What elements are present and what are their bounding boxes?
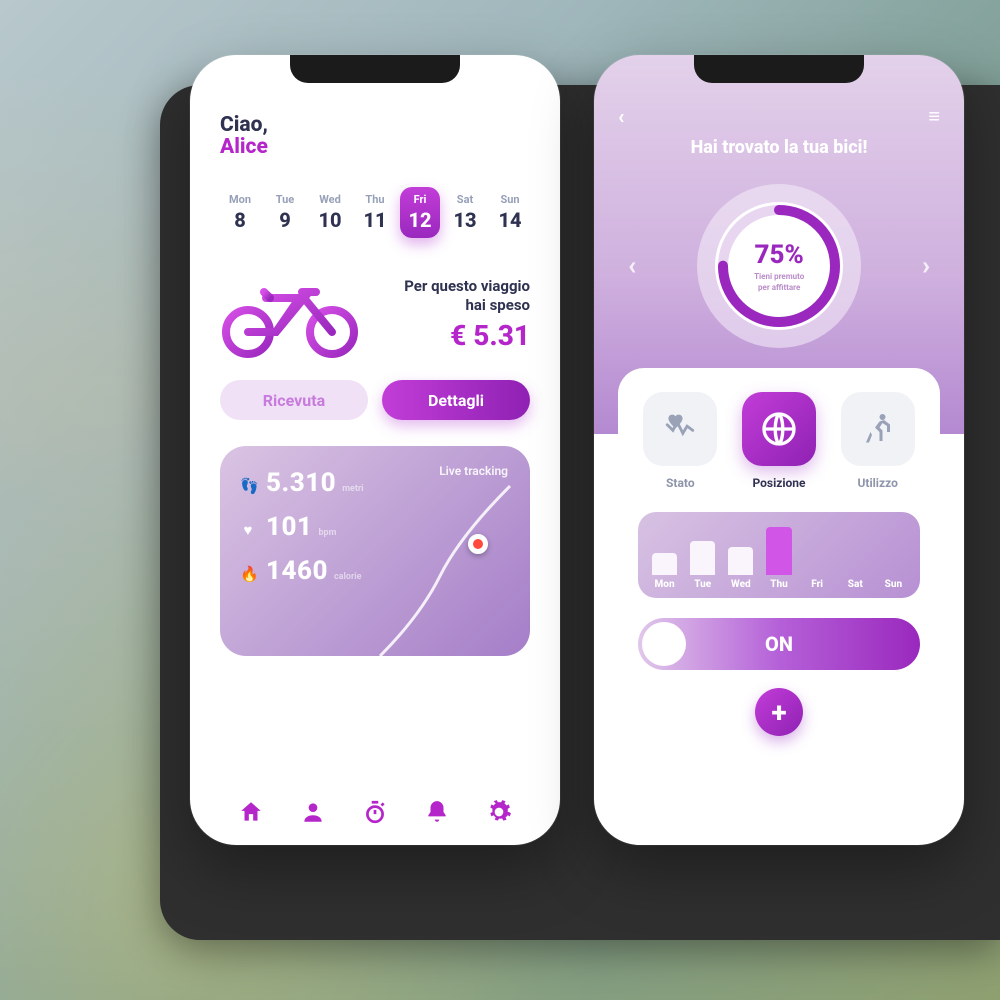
day-thu[interactable]: Thu 11: [355, 187, 395, 238]
steps-icon: 👣: [240, 477, 256, 495]
phone-bike-found: ‹ ≡ Hai trovato la tua bici! ‹ 75% Tieni…: [594, 55, 964, 845]
tab-profile-icon[interactable]: [300, 799, 326, 825]
ring-hint-1: Tieni premuto: [754, 272, 804, 281]
tile-label: Posizione: [737, 476, 822, 490]
route-marker: [468, 534, 488, 554]
ring-percent: 75%: [755, 240, 804, 270]
heart-value: 101: [266, 512, 312, 542]
usage-bar-fri: Fri: [805, 575, 830, 590]
tile-posizione[interactable]: Posizione: [737, 392, 822, 490]
trip-summary: Per questo viaggio hai speso € 5.31: [220, 270, 530, 360]
menu-icon[interactable]: ≡: [928, 104, 940, 129]
route-path: [360, 476, 530, 656]
steps-value: 5.310: [266, 468, 336, 498]
bar-label: Thu: [770, 579, 788, 590]
back-icon[interactable]: ‹: [618, 104, 624, 128]
day-picker: Mon 8 Tue 9 Wed 10 Thu 11 Fri 12 Sat 13 Sun 14: [220, 187, 530, 238]
day-name: Thu: [355, 193, 395, 206]
day-tue[interactable]: Tue 9: [265, 187, 305, 238]
usage-bar-mon: Mon: [652, 553, 677, 590]
day-number: 11: [355, 208, 395, 232]
tab-timer-icon[interactable]: [362, 799, 388, 825]
receipt-button[interactable]: Ricevuta: [220, 380, 368, 420]
bar-label: Tue: [694, 579, 711, 590]
tab-home-icon[interactable]: [238, 799, 264, 825]
heart-unit: bpm: [318, 528, 336, 538]
day-number: 12: [400, 208, 440, 232]
metric-tiles: Stato Posizione Utilizzo: [638, 392, 920, 490]
detail-card: Stato Posizione Utilizzo Mon Tue Wed Thu Fri Sa…: [618, 368, 940, 825]
ring-hint-2: per affittare: [758, 283, 800, 292]
live-tracking-card[interactable]: Live tracking 👣5.310metri ♥101bpm 🔥1460c…: [220, 446, 530, 656]
details-button[interactable]: Dettagli: [382, 380, 530, 420]
day-fri[interactable]: Fri 12: [400, 187, 440, 238]
bar-label: Mon: [655, 579, 675, 590]
prev-bike-icon[interactable]: ‹: [618, 241, 646, 291]
day-name: Tue: [265, 193, 305, 206]
day-mon[interactable]: Mon 8: [220, 187, 260, 238]
day-name: Wed: [310, 193, 350, 206]
bar: [766, 527, 791, 575]
bar-label: Sun: [885, 579, 902, 590]
posizione-icon: [742, 392, 816, 466]
tile-label: Stato: [638, 476, 723, 490]
phone-home: Ciao, Alice Mon 8 Tue 9 Wed 10 Thu 11 Fri 12 Sat 13…: [190, 55, 560, 845]
trip-price: € 5.31: [376, 318, 530, 353]
day-sat[interactable]: Sat 13: [445, 187, 485, 238]
bar: [728, 547, 753, 575]
day-name: Fri: [400, 193, 440, 206]
heart-icon: ♥: [240, 521, 256, 539]
calorie-unit: calorie: [334, 572, 362, 582]
phone-notch: [694, 55, 864, 83]
page-title: Hai trovato la tua bici!: [618, 137, 940, 158]
bar: [652, 553, 677, 575]
day-number: 9: [265, 208, 305, 232]
day-name: Mon: [220, 193, 260, 206]
tab-settings-icon[interactable]: [486, 799, 512, 825]
hold-to-rent-ring[interactable]: 75% Tieni premuto per affittare: [689, 176, 869, 356]
usage-bar-tue: Tue: [690, 541, 715, 590]
toggle-label: ON: [765, 632, 793, 656]
tile-stato[interactable]: Stato: [638, 392, 723, 490]
day-wed[interactable]: Wed 10: [310, 187, 350, 238]
day-number: 8: [220, 208, 260, 232]
bar: [690, 541, 715, 575]
day-number: 14: [490, 208, 530, 232]
trip-caption-1: Per questo viaggio: [376, 277, 530, 296]
day-sun[interactable]: Sun 14: [490, 187, 530, 238]
stato-icon: [643, 392, 717, 466]
bar-label: Wed: [731, 579, 751, 590]
usage-bar-sun: Sun: [881, 575, 906, 590]
day-name: Sun: [490, 193, 530, 206]
bar-label: Sat: [848, 579, 863, 590]
usage-bar-thu: Thu: [766, 527, 791, 590]
user-name: Alice: [220, 135, 530, 159]
bar-label: Fri: [811, 579, 823, 590]
power-toggle[interactable]: ON: [638, 618, 920, 670]
next-bike-icon[interactable]: ›: [912, 241, 940, 291]
toggle-knob: [642, 622, 686, 666]
utilizzo-icon: [841, 392, 915, 466]
calorie-value: 1460: [266, 556, 328, 586]
usage-bar-wed: Wed: [728, 547, 753, 590]
phone-notch: [290, 55, 460, 83]
day-number: 13: [445, 208, 485, 232]
greeting-line: Ciao,: [220, 113, 530, 137]
day-number: 10: [310, 208, 350, 232]
tile-label: Utilizzo: [835, 476, 920, 490]
day-name: Sat: [445, 193, 485, 206]
usage-bar-sat: Sat: [843, 575, 868, 590]
tab-bell-icon[interactable]: [424, 799, 450, 825]
usage-chart: Mon Tue Wed Thu Fri Sat Sun: [638, 512, 920, 598]
calorie-icon: 🔥: [240, 565, 256, 583]
bike-icon: [220, 270, 360, 360]
tile-utilizzo[interactable]: Utilizzo: [835, 392, 920, 490]
add-button[interactable]: +: [755, 688, 803, 736]
trip-caption-2: hai speso: [376, 296, 530, 315]
bottom-tab-bar: [220, 775, 530, 825]
